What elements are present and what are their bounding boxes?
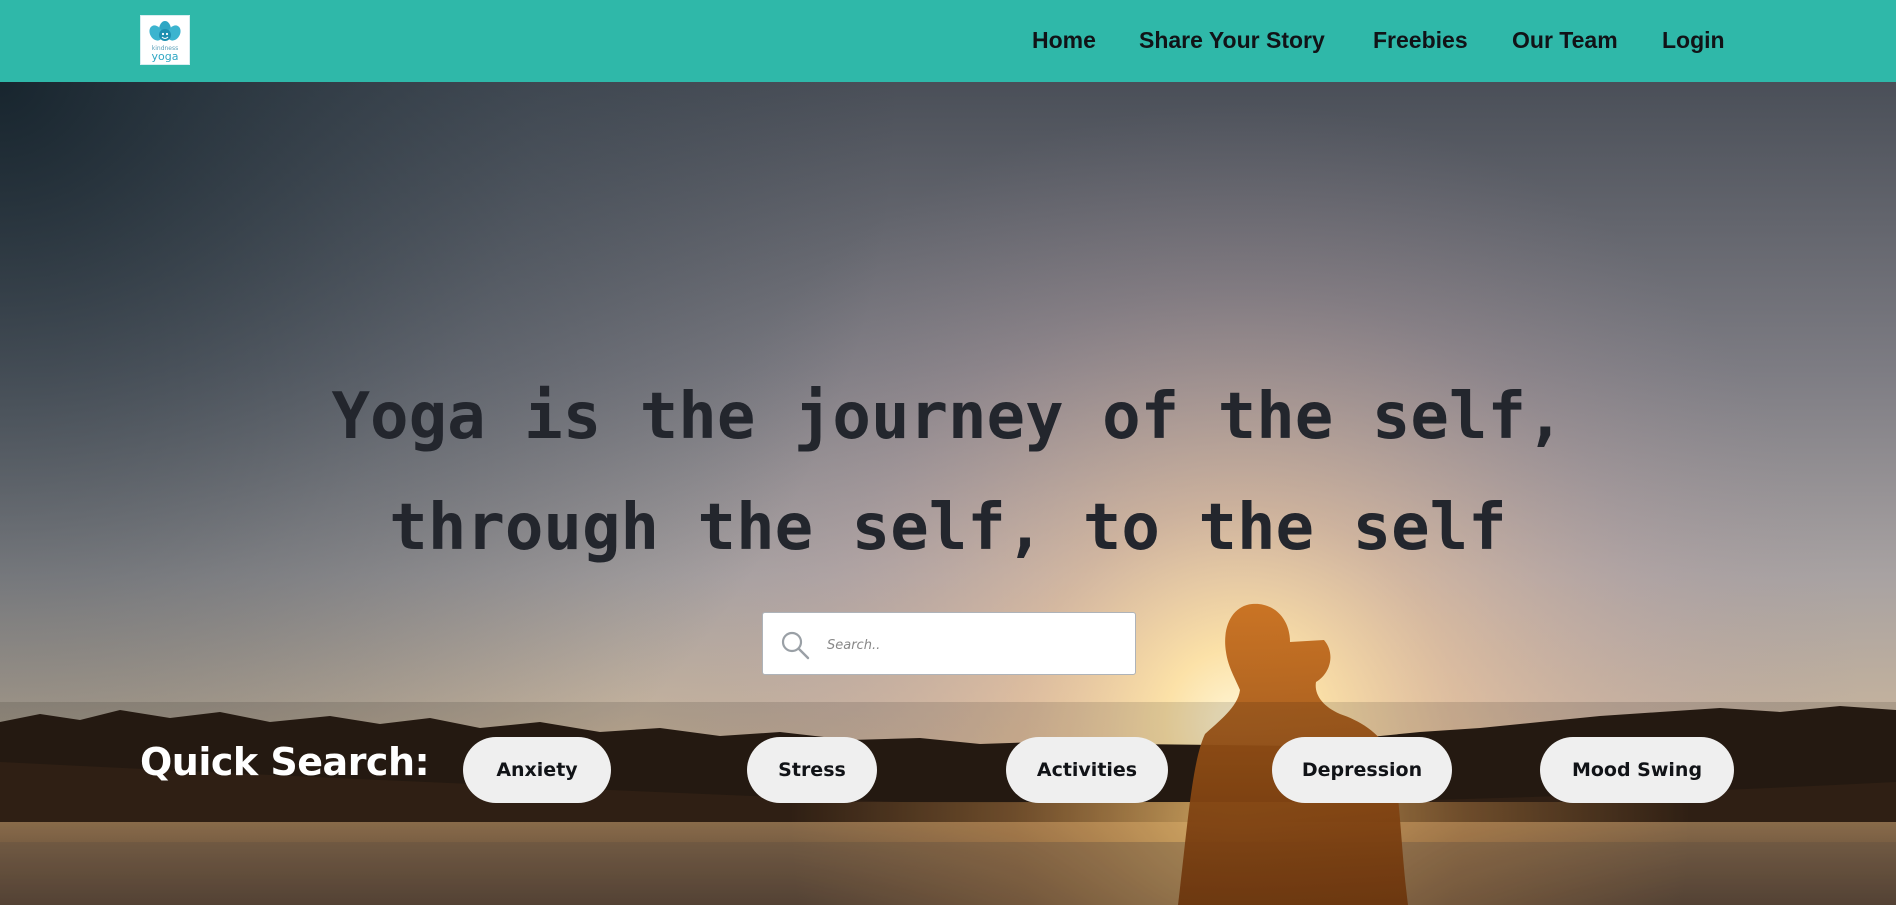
nav-home-link[interactable]: Home	[1032, 24, 1096, 56]
quick-search-tag-mood-swing[interactable]: Mood Swing	[1540, 737, 1734, 803]
search-icon	[781, 631, 810, 660]
quick-search-tag-activities[interactable]: Activities	[1006, 737, 1168, 803]
nav-our-team-link[interactable]: Our Team	[1512, 24, 1618, 56]
quick-search-label: Quick Search:	[140, 740, 430, 784]
hero-section: Yoga is the journey of the self, through…	[0, 82, 1896, 905]
nav-share-your-story-link[interactable]: Share Your Story	[1139, 24, 1325, 56]
logo-text-bottom: yoga	[152, 50, 179, 63]
nav-freebies-link[interactable]: Freebies	[1373, 24, 1468, 56]
quick-search-tag-anxiety[interactable]: Anxiety	[463, 737, 611, 803]
quick-search-tag-stress[interactable]: Stress	[747, 737, 877, 803]
quick-search-tag-depression[interactable]: Depression	[1272, 737, 1452, 803]
hero-quote-line-1: Yoga is the journey of the self,	[331, 380, 1565, 454]
hero-quote: Yoga is the journey of the self, through…	[0, 362, 1896, 584]
search-input[interactable]	[825, 625, 1119, 665]
lotus-logo-icon: kindness yoga	[149, 21, 181, 63]
site-logo[interactable]: kindness yoga	[140, 15, 190, 65]
search-bar[interactable]	[762, 612, 1136, 675]
hero-quote-line-2: through the self, to the self	[389, 491, 1507, 565]
top-navbar: kindness yoga Home Share Your Story Free…	[0, 0, 1896, 82]
nav-login-link[interactable]: Login	[1662, 24, 1725, 56]
